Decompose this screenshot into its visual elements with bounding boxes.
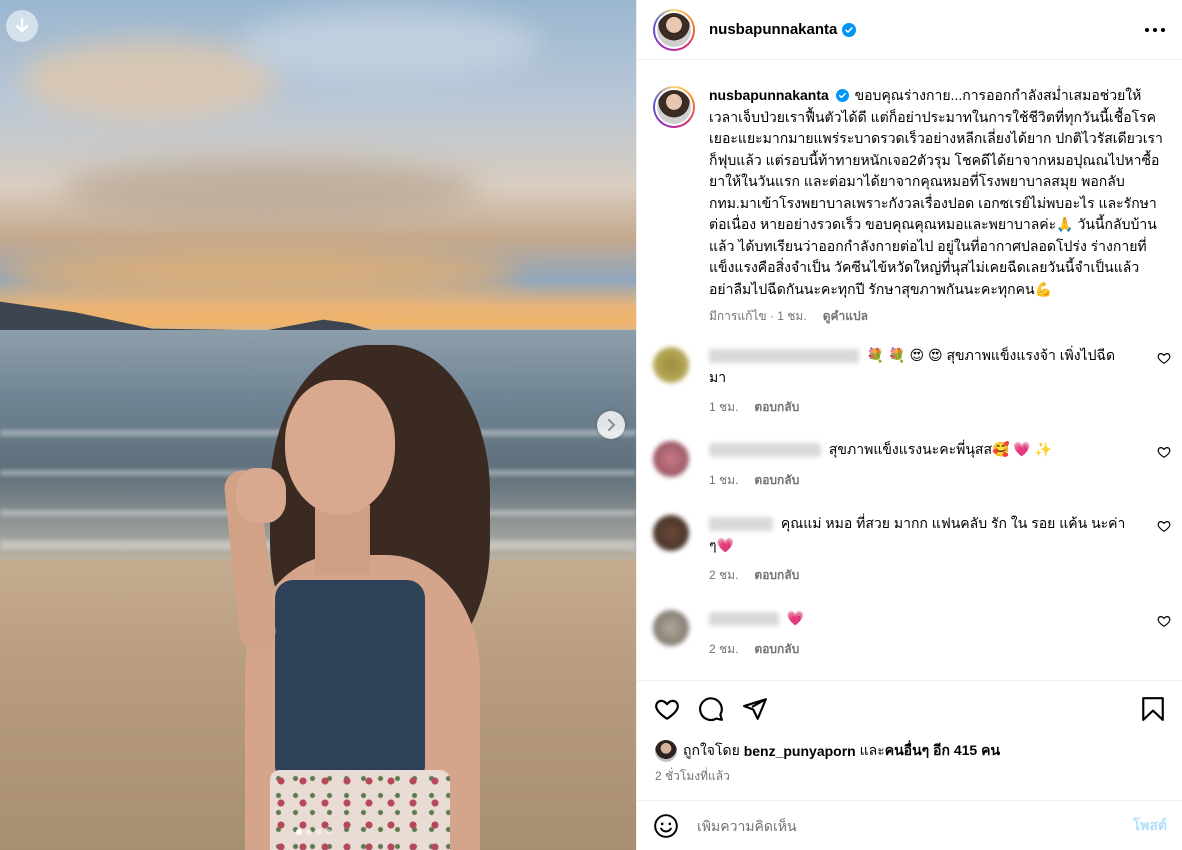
comment-text: สุขภาพแข็งแรงนะคะพี่นุสส🥰 💗 ✨ [828,441,1053,457]
avatar[interactable] [655,740,677,762]
verified-badge-icon [835,89,849,102]
comments-scroll-area[interactable]: nusbapunnakanta ขอบคุณร่างกาย...การออกกำ… [637,61,1182,679]
avatar[interactable] [653,347,689,383]
next-slide-button[interactable] [597,411,625,439]
likes-others-link[interactable]: คนอื่นๆ อีก 415 คน [885,740,1000,762]
post-comment-button[interactable]: โพสต์ [1133,815,1167,837]
comment-time: 1 ชม. [709,400,739,414]
comment-item: คุณแม่ หมอ ที่สวย มากก แฟนคลับ รัก ใน รอ… [653,513,1173,587]
emoji-button[interactable] [653,813,679,839]
heart-icon[interactable] [1157,519,1171,533]
bookmark-icon [1142,697,1164,721]
like-button[interactable] [653,695,681,723]
comment-item: 💗 2 ชม. ตอบกลับ [653,608,1173,660]
save-button[interactable] [1139,695,1167,723]
smiley-icon [654,813,678,838]
carousel-dot [326,829,332,835]
person-hand [236,468,286,523]
avatar[interactable] [653,610,689,646]
avatar[interactable] [653,86,695,128]
caption-edited: มีการแก้ไข [709,309,767,323]
likes-and: และ [859,742,885,758]
more-horizontal-icon [1145,27,1165,32]
comment-time: 2 ชม. [709,641,739,656]
mountain [0,301,380,334]
likes-summary: ถูกใจโดย benz_punyaporn และ คนอื่นๆ อีก 4… [655,740,1000,762]
see-translation-link[interactable]: ดูคำแปล [823,306,868,328]
cloud [20,40,280,120]
person-top [275,580,425,780]
comment-text: 💗 [786,610,805,626]
avatar[interactable] [653,441,689,477]
comment-time: 1 ชม. [709,472,739,487]
send-paper-plane-icon [743,698,767,720]
cloud [240,10,540,80]
comment-username-blurred[interactable] [709,443,821,458]
avatar[interactable] [653,515,689,551]
avatar[interactable] [653,8,695,51]
carousel-dot [296,829,302,835]
post-header: nusbapunnakanta [637,0,1182,60]
carousel-dot [316,829,322,835]
reply-button[interactable]: ตอบกลับ [754,639,799,661]
header-username[interactable]: nusbapunnakanta [709,21,837,38]
arrow-down-icon [15,18,29,33]
caption-edited-time: มีการแก้ไข · 1 ชม. [709,309,807,323]
liker-username[interactable]: benz_punyaporn [744,743,856,759]
share-button[interactable] [741,695,769,723]
comment-button[interactable] [697,695,725,723]
comment-item: 💐 💐 😍 😍 สุขภาพแข็งแรงจ้า เพิ่งไปฉีดมา 1 … [653,345,1173,419]
post-side-panel: nusbapunnakanta nusbapunnakanta ขอบคุณร่… [636,0,1182,850]
post-caption: nusbapunnakanta ขอบคุณร่างกาย...การออกกำ… [653,85,1173,328]
person-face [285,380,395,515]
comment-username-blurred[interactable] [709,349,859,364]
comment-username-blurred[interactable] [709,517,773,532]
post-photo [0,0,636,850]
comment-username-blurred[interactable] [709,612,779,627]
heart-icon[interactable] [1157,445,1171,459]
post-timestamp[interactable]: 2 ชั่วโมงที่แล้ว [655,767,730,786]
carousel-dot [306,829,312,835]
comment-time: 2 ชม. [709,568,739,582]
post-actions-bar [637,680,1182,740]
sunset-glow [0,250,520,300]
comment-input[interactable] [697,817,1133,834]
person-neck [315,505,370,575]
comment-item: สุขภาพแข็งแรงนะคะพี่นุสส🥰 💗 ✨ 1 ชม. ตอบก… [653,439,1173,491]
reply-button[interactable]: ตอบกลับ [754,397,799,419]
caption-time: 1 ชม. [777,309,807,323]
carousel-indicator [296,829,332,835]
caption-username[interactable]: nusbapunnakanta [709,87,829,103]
reply-button[interactable]: ตอบกลับ [754,470,799,492]
reply-button[interactable]: ตอบกลับ [754,565,799,587]
add-comment-bar: โพสต์ [637,800,1182,850]
caption-text: ขอบคุณร่างกาย...การออกกำลังสม่ำเสมอช่วยใ… [709,87,1163,297]
heart-icon[interactable] [1157,614,1171,628]
verified-badge-icon [842,22,857,37]
chevron-right-icon [608,419,616,431]
download-button[interactable] [6,10,38,42]
more-options-button[interactable] [1143,18,1167,42]
heart-icon [655,699,679,720]
comment-bubble-icon [699,697,723,722]
likes-prefix: ถูกใจโดย [683,742,740,758]
person-skirt [270,770,450,850]
cloud [60,160,480,220]
heart-icon[interactable] [1157,351,1171,365]
